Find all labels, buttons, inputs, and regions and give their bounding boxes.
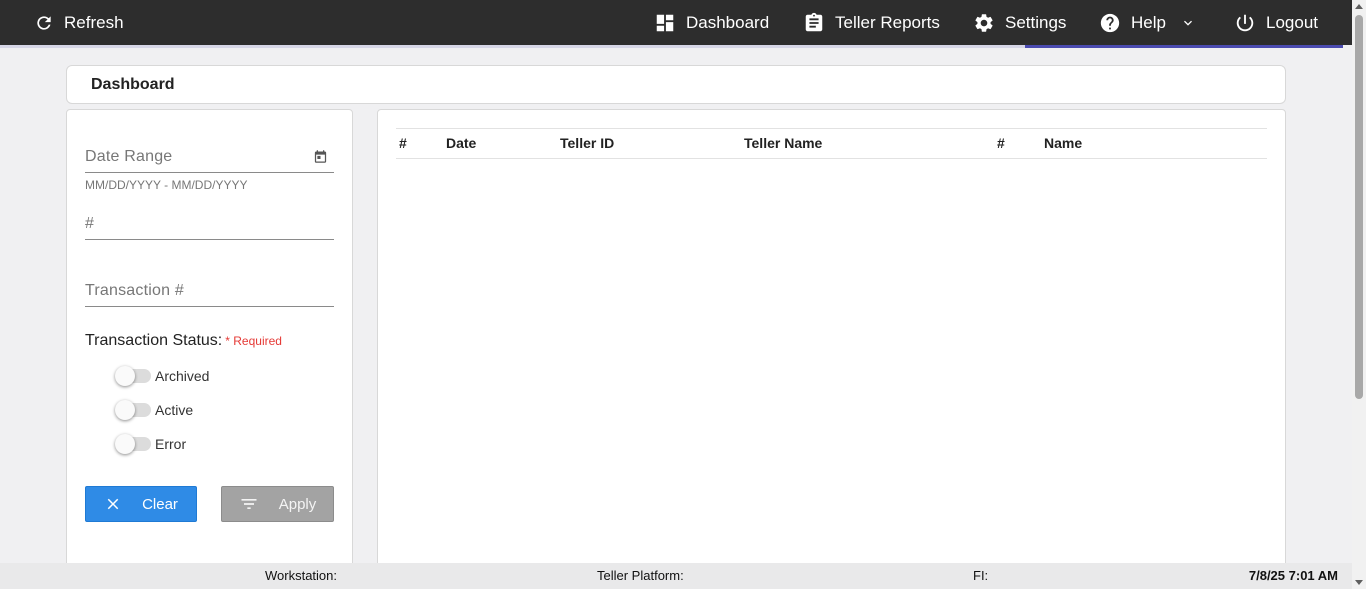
nav-teller-reports-label: Teller Reports: [835, 12, 940, 32]
vertical-scrollbar[interactable]: [1352, 0, 1366, 589]
scroll-down-arrow-icon[interactable]: [1355, 580, 1363, 585]
transaction-number-placeholder: Transaction #: [85, 282, 184, 299]
toggle-label-active: Active: [155, 402, 194, 418]
nav-dashboard[interactable]: Dashboard: [654, 0, 769, 45]
refresh-icon: [37, 15, 51, 30]
workstation-label: Workstation:: [265, 568, 338, 583]
error-switch[interactable]: [115, 434, 151, 454]
toggle-label-error: Error: [155, 436, 187, 452]
dashboard-icon: [656, 14, 674, 31]
scroll-up-arrow-icon[interactable]: [1355, 4, 1363, 9]
help-icon: [1100, 13, 1120, 32]
date-time: 7/8/25 7:01 AM: [1248, 568, 1338, 583]
filter-icon: [241, 499, 257, 509]
apply-label: Apply: [278, 495, 317, 513]
archived-switch[interactable]: [115, 366, 151, 386]
top-navigation-bar: Refresh Dashboard Teller Reports Setting…: [0, 0, 1352, 45]
active-switch[interactable]: [115, 400, 151, 420]
teller-platform-label: Teller Platform:: [597, 568, 684, 583]
fi-label: FI:: [973, 568, 989, 583]
required-indicator: * Required: [225, 334, 282, 348]
results-table-panel: # Date Teller ID Teller Name # Name: [377, 109, 1286, 579]
page-title: Dashboard: [91, 75, 175, 93]
nav-help[interactable]: Help: [1099, 0, 1196, 45]
clear-label: Clear: [142, 495, 178, 513]
column-header-number-2[interactable]: #: [997, 129, 1005, 158]
toggle-error[interactable]: Error: [115, 434, 186, 454]
column-header-date[interactable]: Date: [446, 129, 476, 158]
toggle-label-archived: Archived: [155, 368, 210, 384]
nav-settings[interactable]: Settings: [973, 0, 1066, 45]
nav-dashboard-label: Dashboard: [686, 12, 770, 32]
status-label-text: Transaction Status:: [85, 332, 223, 349]
number-field[interactable]: #: [85, 212, 334, 240]
clipboard-icon: [805, 12, 823, 31]
column-header-teller-id[interactable]: Teller ID: [560, 129, 614, 158]
power-icon: [1236, 14, 1254, 31]
column-header-number[interactable]: #: [399, 129, 407, 158]
table-header: # Date Teller ID Teller Name # Name: [396, 128, 1267, 159]
date-format-hint: MM/DD/YYYY - MM/DD/YYYY: [85, 178, 248, 192]
nav-underline: [0, 45, 1343, 48]
apply-button[interactable]: Apply: [221, 486, 334, 522]
close-icon: [107, 498, 119, 510]
toggle-active[interactable]: Active: [115, 400, 193, 420]
nav-logout[interactable]: Logout: [1234, 0, 1318, 45]
column-header-name[interactable]: Name: [1044, 129, 1082, 158]
clear-button[interactable]: Clear: [85, 486, 197, 522]
nav-settings-label: Settings: [1005, 12, 1067, 32]
nav-teller-reports[interactable]: Teller Reports: [803, 0, 940, 45]
status-bar: Workstation: Teller Platform: FI: 7/8/25…: [0, 563, 1352, 589]
transaction-status-label: Transaction Status: * Required: [85, 332, 282, 350]
transaction-number-field[interactable]: Transaction #: [85, 279, 334, 307]
filter-panel: Date Range MM/DD/YYYY - MM/DD/YYYY # Tra…: [66, 109, 353, 579]
calendar-icon[interactable]: [313, 149, 328, 164]
scrollbar-thumb[interactable]: [1355, 15, 1363, 399]
active-nav-indicator: [1025, 45, 1343, 48]
breadcrumb: Dashboard: [66, 65, 1286, 104]
date-range-field[interactable]: Date Range: [85, 145, 334, 173]
refresh-button[interactable]: Refresh: [34, 0, 124, 45]
toggle-archived[interactable]: Archived: [115, 366, 209, 386]
nav-help-label: Help: [1131, 12, 1166, 32]
nav-logout-label: Logout: [1266, 12, 1318, 32]
gear-icon: [975, 13, 993, 32]
chevron-down-icon: [1183, 20, 1192, 26]
number-placeholder: #: [85, 215, 95, 232]
date-range-placeholder: Date Range: [85, 148, 173, 165]
column-header-teller-name[interactable]: Teller Name: [744, 129, 822, 158]
refresh-label: Refresh: [64, 12, 124, 32]
